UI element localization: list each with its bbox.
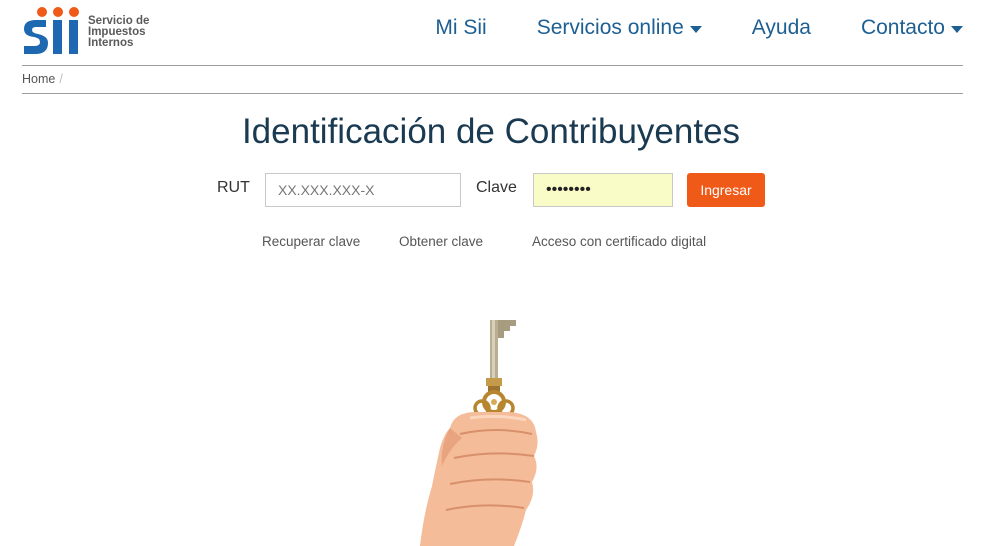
obtener-clave-link[interactable]: Obtener clave	[399, 234, 483, 249]
main-nav: Mi Sii Servicios online Ayuda Contacto	[435, 16, 963, 40]
sii-logo-mark	[24, 7, 79, 54]
nav-item-ayuda[interactable]: Ayuda	[752, 16, 811, 40]
nav-item-label: Ayuda	[751, 16, 811, 39]
breadcrumb: Home /	[22, 66, 963, 94]
sii-logo[interactable]: Servicio de Impuestos Internos	[22, 6, 162, 58]
ingresar-button[interactable]: Ingresar	[687, 173, 765, 207]
clave-label: Clave	[476, 179, 517, 196]
breadcrumb-home-link[interactable]: Home	[22, 72, 55, 86]
caret-down-icon	[951, 25, 963, 33]
caret-down-icon	[689, 25, 702, 33]
breadcrumb-separator: /	[59, 72, 63, 86]
certificado-digital-link[interactable]: Acceso con certificado digital	[532, 234, 706, 249]
clave-input[interactable]	[533, 173, 673, 207]
nav-item-label: Mi Sii	[435, 16, 487, 39]
hand-holding-key-icon	[410, 316, 550, 546]
logo-text-line3: Internos	[88, 37, 134, 49]
recuperar-clave-link[interactable]: Recuperar clave	[262, 234, 360, 249]
nav-item-mi-sii[interactable]: Mi Sii	[435, 16, 486, 40]
rut-label: RUT	[217, 179, 250, 196]
page: Servicio de Impuestos Internos Mi Sii Se…	[0, 0, 982, 546]
nav-item-servicios-online[interactable]: Servicios online	[537, 16, 702, 40]
nav-item-contacto[interactable]: Contacto	[861, 16, 963, 40]
logo-text: Servicio de Impuestos Internos	[88, 15, 149, 49]
page-title: Identificación de Contribuyentes	[241, 112, 741, 151]
nav-item-label: Servicios online	[536, 16, 684, 39]
nav-item-label: Contacto	[860, 16, 945, 39]
header: Servicio de Impuestos Internos Mi Sii Se…	[22, 0, 963, 66]
rut-input[interactable]	[265, 173, 461, 207]
